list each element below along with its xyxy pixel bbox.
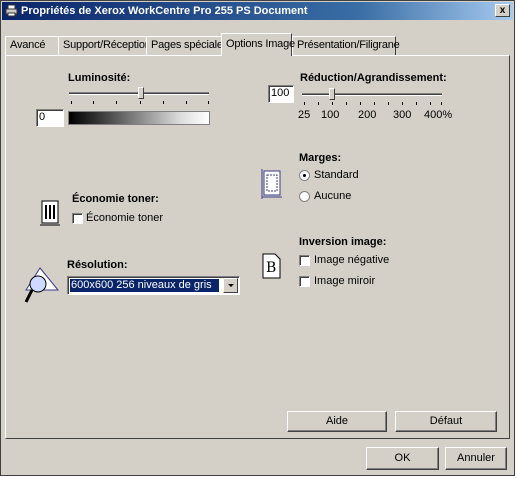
title-bar: Propriétés de Xerox WorkCentre Pro 255 P… <box>2 2 513 20</box>
scale-label-400: 400% <box>424 109 453 121</box>
tab-avance[interactable]: Avancé <box>5 36 59 55</box>
chevron-down-icon[interactable] <box>223 278 238 293</box>
scale-label-300: 300 <box>393 109 412 121</box>
tick <box>416 102 417 105</box>
tick <box>116 101 117 104</box>
svg-text:B: B <box>266 260 276 276</box>
luminosite-input[interactable]: 0 <box>36 109 64 127</box>
resolution-select[interactable]: 600x600 256 niveaux de gris <box>67 276 240 295</box>
inversion-label: Inversion image: <box>299 236 387 248</box>
close-icon: x <box>499 5 506 16</box>
luminosite-gradient <box>68 111 210 125</box>
resolution-label: Résolution: <box>67 259 128 271</box>
image-negative-checkbox[interactable] <box>299 255 310 266</box>
image-miroir-checkbox[interactable] <box>299 276 310 287</box>
marges-label: Marges: <box>299 152 342 164</box>
economie-label: Économie toner: <box>72 193 159 205</box>
radio-aucune[interactable] <box>299 191 310 202</box>
tick <box>163 101 164 104</box>
tick <box>93 101 94 104</box>
scale-label-25: 25 <box>298 109 311 121</box>
economie-toner-checkbox[interactable] <box>72 213 83 224</box>
tab-pages-speciales[interactable]: Pages spéciales <box>146 36 228 55</box>
defaut-button[interactable]: Défaut <box>395 411 497 432</box>
close-button[interactable]: x <box>495 4 510 17</box>
radio-standard[interactable] <box>299 170 310 181</box>
tick <box>346 102 347 105</box>
tab-support-reception[interactable]: Support/Réception <box>58 36 151 55</box>
radio-aucune-label: Aucune <box>314 190 352 202</box>
image-negative-label: Image négative <box>314 254 390 266</box>
scale-label-200: 200 <box>358 109 377 121</box>
tick <box>441 102 442 105</box>
ok-button[interactable]: OK <box>366 447 439 470</box>
aide-button[interactable]: Aide <box>287 411 387 432</box>
tick <box>388 102 389 105</box>
window-title: Propriétés de Xerox WorkCentre Pro 255 P… <box>21 5 308 17</box>
tick <box>71 101 72 104</box>
image-miroir-label: Image miroir <box>314 275 376 287</box>
properties-dialog: Propriétés de Xerox WorkCentre Pro 255 P… <box>0 0 515 476</box>
margins-icon <box>261 169 282 199</box>
reduction-thumb[interactable] <box>329 88 335 100</box>
tab-presentation-filigrane[interactable]: Présentation/Filigrane <box>292 36 400 55</box>
tick <box>304 102 305 105</box>
tick <box>318 102 319 105</box>
resolution-value: 600x600 256 niveaux de gris <box>70 279 219 292</box>
toner-icon <box>40 200 60 226</box>
luminosite-thumb[interactable] <box>138 87 144 99</box>
tick <box>402 102 403 105</box>
printer-icon <box>5 4 18 17</box>
options-image-panel: Luminosité: 0 Réduction/Agrandissement: … <box>5 55 510 439</box>
tick <box>430 102 431 105</box>
reduction-input[interactable]: 100 <box>268 85 294 103</box>
tick <box>374 102 375 105</box>
tick <box>140 101 141 104</box>
reduction-label: Réduction/Agrandissement: <box>300 72 447 84</box>
luminosite-label: Luminosité: <box>68 72 131 84</box>
economie-toner-checkbox-label: Économie toner <box>86 212 164 224</box>
tick <box>332 102 333 105</box>
reduction-track <box>302 93 442 96</box>
magnifier-icon <box>24 267 60 303</box>
inversion-icon: B <box>262 253 281 279</box>
radio-standard-label: Standard <box>314 169 359 181</box>
tick <box>186 101 187 104</box>
tab-options-image[interactable]: Options Image <box>221 33 295 56</box>
annuler-button[interactable]: Annuler <box>445 447 507 470</box>
tick <box>208 101 209 104</box>
tick <box>360 102 361 105</box>
scale-label-100: 100 <box>321 109 340 121</box>
